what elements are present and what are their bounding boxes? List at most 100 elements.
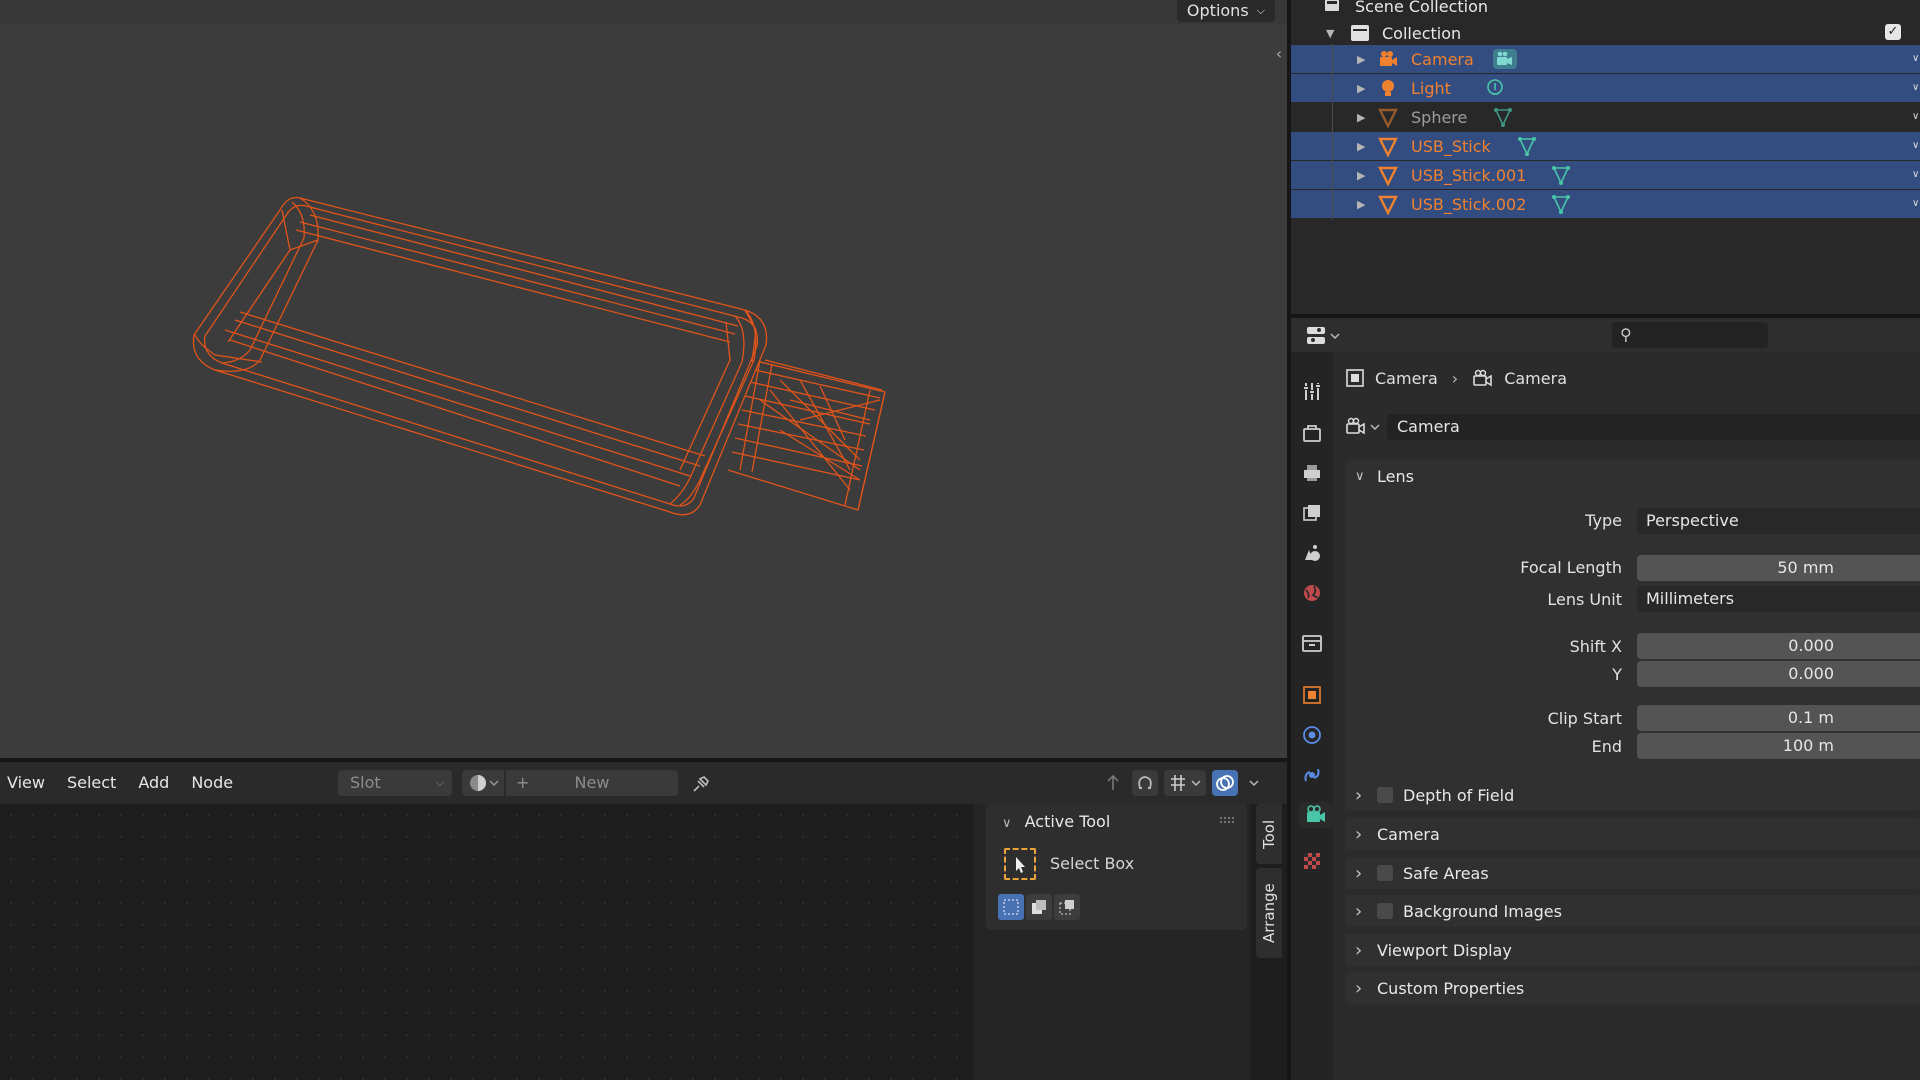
shift-y-field[interactable]: 0.000 (1637, 661, 1920, 687)
chevron-down-icon: ∨ (1002, 816, 1012, 831)
outliner-row-camera[interactable]: ▶ Camera ∨ (1291, 45, 1920, 73)
type-dropdown[interactable]: Perspective (1637, 508, 1920, 534)
visibility-toggle-icon[interactable]: ∨ (1912, 82, 1920, 93)
world-tab-icon[interactable] (1299, 580, 1325, 606)
outliner-row-light[interactable]: ▶ Light ∨ (1291, 74, 1920, 102)
mesh-data-icon[interactable] (1516, 135, 1538, 157)
outliner-row-sphere[interactable]: ▶ Sphere ∨ (1291, 103, 1920, 131)
visibility-toggle-icon[interactable]: ∨ (1912, 198, 1920, 209)
parent-node-tree-icon[interactable] (1100, 770, 1126, 796)
outliner-row-collection[interactable]: ▼ Collection (1291, 19, 1920, 47)
visibility-toggle-icon[interactable]: ∨ (1912, 169, 1920, 180)
collection-tab-icon[interactable] (1299, 630, 1325, 656)
tab-arrange[interactable]: Arrange (1256, 868, 1282, 958)
collection-checkbox[interactable]: ✓ (1885, 24, 1901, 40)
editor-type-dropdown[interactable] (1305, 324, 1345, 348)
visibility-toggle-icon[interactable]: ∨ (1912, 53, 1920, 64)
mesh-data-icon[interactable] (1550, 164, 1572, 186)
expand-arrow-icon[interactable]: ▶ (1357, 82, 1365, 95)
outliner-row-usb-stick[interactable]: ▶ USB_Stick ∨ (1291, 132, 1920, 160)
drag-grip-icon[interactable] (1219, 816, 1235, 824)
mesh-data-icon[interactable] (1492, 106, 1514, 128)
panel-checkbox[interactable] (1377, 787, 1393, 803)
panel-header-background-images[interactable]: › Background Images (1345, 895, 1920, 927)
panel-checkbox[interactable] (1377, 903, 1393, 919)
menu-view[interactable]: View (0, 762, 54, 804)
data-block-browse-button[interactable] (1345, 414, 1385, 440)
camera-data-icon[interactable] (1492, 48, 1518, 70)
properties-search-input[interactable]: ⚲ (1612, 322, 1768, 348)
select-box-icon[interactable] (1004, 848, 1036, 880)
clip-start-field[interactable]: 0.1 m (1637, 705, 1920, 731)
panel-header-depth-of-field[interactable]: › Depth of Field (1345, 779, 1920, 811)
view-layer-tab-icon[interactable] (1299, 500, 1325, 526)
output-tab-icon[interactable] (1299, 460, 1325, 486)
3d-viewport[interactable]: Options ⌵ ‹ (0, 0, 1287, 758)
data-block-name-field[interactable]: Camera (1387, 414, 1920, 440)
active-tool-header[interactable]: ∨ Active Tool (1002, 812, 1110, 831)
mode-subtract-icon[interactable] (1054, 894, 1080, 920)
new-label: New (574, 773, 610, 792)
outliner-row-usb-stick-002[interactable]: ▶ USB_Stick.002 ∨ (1291, 190, 1920, 218)
lens-unit-dropdown[interactable]: Millimeters (1637, 586, 1920, 612)
outliner-object-name: Sphere (1411, 107, 1468, 127)
mode-extend-icon[interactable] (1026, 894, 1052, 920)
lens-panel-header[interactable]: ∨ Lens (1345, 460, 1920, 492)
clip-end-field[interactable]: 100 m (1637, 733, 1920, 759)
mode-set-icon[interactable] (998, 894, 1024, 920)
chevron-down-icon: ⌵ (435, 776, 444, 789)
slot-select[interactable]: Slot ⌵ (338, 770, 452, 796)
node-canvas[interactable] (0, 804, 974, 1080)
snap-element-icon[interactable] (1164, 770, 1206, 796)
collapse-arrow-icon[interactable]: ▼ (1326, 27, 1334, 40)
menu-select[interactable]: Select (54, 762, 125, 804)
outliner-row-scene-collection[interactable]: Scene Collection (1291, 0, 1920, 20)
tab-tool[interactable]: Tool (1256, 804, 1282, 864)
shift-x-field[interactable]: 0.000 (1637, 633, 1920, 659)
expand-arrow-icon[interactable]: ▶ (1357, 169, 1365, 182)
focal-length-label: Focal Length (1520, 558, 1622, 577)
expand-arrow-icon[interactable]: ▶ (1357, 53, 1365, 66)
collection-label: Collection (1382, 23, 1462, 43)
snap-icon[interactable] (1132, 770, 1158, 796)
clip-start-label: Clip Start (1547, 709, 1622, 728)
chevron-right-icon: › (1355, 862, 1363, 884)
scene-tab-icon[interactable] (1299, 540, 1325, 566)
expand-arrow-icon[interactable]: ▶ (1357, 111, 1365, 124)
chevron-down-icon: ∨ (1355, 468, 1365, 484)
visibility-toggle-icon[interactable]: ∨ (1912, 111, 1920, 122)
panel-header-custom-properties[interactable]: › Custom Properties (1345, 972, 1920, 1004)
texture-tab-icon[interactable] (1299, 848, 1325, 874)
panel-checkbox[interactable] (1377, 865, 1393, 881)
visibility-toggle-icon[interactable]: ∨ (1912, 140, 1920, 151)
panel-header-viewport-display[interactable]: › Viewport Display (1345, 934, 1920, 966)
overlays-icon[interactable] (1212, 770, 1238, 796)
breadcrumb-data: Camera (1504, 368, 1567, 388)
object-tab-icon[interactable] (1299, 682, 1325, 708)
panel-header-safe-areas[interactable]: › Safe Areas (1345, 857, 1920, 889)
panel-header-camera[interactable]: › Camera (1345, 818, 1920, 850)
new-material-button[interactable]: + New (506, 770, 678, 796)
type-label: Type (1585, 511, 1622, 530)
usb-stick-wireframe[interactable] (0, 0, 1287, 758)
focal-length-field[interactable]: 50 mm (1637, 555, 1920, 581)
expand-arrow-icon[interactable]: ▶ (1357, 140, 1365, 153)
pin-icon[interactable] (690, 771, 714, 795)
shader-node-editor[interactable]: View Select Add Node Slot ⌵ + New ∨ Acti… (0, 762, 1287, 1080)
render-tab-icon[interactable] (1299, 420, 1325, 446)
physics-tab-icon[interactable] (1299, 722, 1325, 748)
constraint-tab-icon[interactable] (1299, 762, 1325, 788)
menu-node[interactable]: Node (178, 762, 242, 804)
menu-add[interactable]: Add (125, 762, 178, 804)
outliner-row-usb-stick-001[interactable]: ▶ USB_Stick.001 ∨ (1291, 161, 1920, 189)
expand-arrow-icon[interactable]: ▶ (1357, 198, 1365, 211)
camera-data-tab-icon[interactable] (1299, 802, 1333, 828)
mesh-data-icon[interactable] (1550, 193, 1572, 215)
outliner[interactable]: Scene Collection ▼ Collection ▶ Camera ∨ ▶ L… (1291, 0, 1920, 314)
overlays-dropdown-icon[interactable] (1244, 770, 1264, 796)
tool-tab-icon[interactable] (1299, 378, 1325, 404)
light-data-icon[interactable] (1484, 77, 1506, 99)
outliner-object-name: USB_Stick.001 (1411, 165, 1527, 185)
active-tool-panel: ∨ Active Tool Select Box (986, 804, 1247, 930)
material-browse-button[interactable] (462, 770, 504, 796)
